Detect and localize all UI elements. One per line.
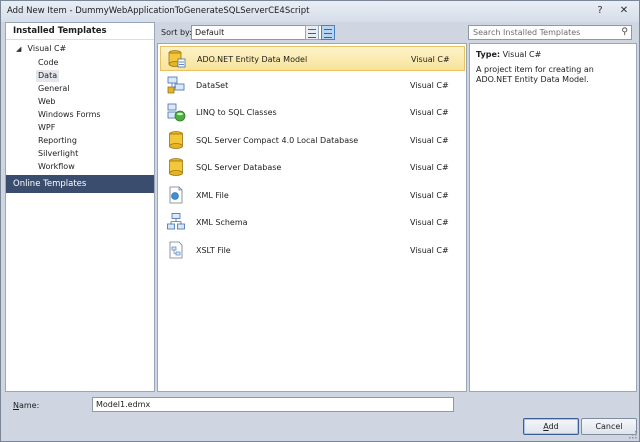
online-templates-header[interactable]: Online Templates [6,175,154,193]
xml-file-icon [169,186,183,204]
search-installed-templates-input[interactable]: Search Installed Templates ⚲ [468,25,632,40]
template-name: SQL Server Compact 4.0 Local Database [196,136,359,145]
tree-item-general[interactable]: General [38,83,70,95]
type-label: Type: [476,50,501,59]
template-language: Visual C# [410,163,449,172]
tree-item-code[interactable]: Code [38,57,58,69]
database-icon [169,131,183,149]
name-label-text: ame: [18,401,40,410]
add-button[interactable]: Add [523,418,579,435]
medium-icons-view-button[interactable] [305,25,319,40]
small-icons-view-button[interactable] [321,25,335,40]
tree-item-reporting[interactable]: Reporting [38,135,77,147]
search-icon[interactable]: ⚲ [621,26,628,39]
template-row-sql-server-database[interactable]: SQL Server Database Visual C# [160,155,465,180]
template-name: ADO.NET Entity Data Model [197,55,308,64]
name-field[interactable]: Model1.edmx [92,397,454,412]
template-row-sql-compact-database[interactable]: SQL Server Compact 4.0 Local Database Vi… [160,128,465,153]
installed-templates-header[interactable]: Installed Templates [6,23,154,40]
template-name: XML Schema [196,218,248,227]
template-language: Visual C# [410,108,449,117]
template-language: Visual C# [411,55,450,64]
tree-node-visual-csharp[interactable]: ◢ Visual C# [16,44,66,53]
template-language: Visual C# [410,218,449,227]
tree-item-windows-forms[interactable]: Windows Forms [38,109,101,121]
template-row-xml-schema[interactable]: XML Schema Visual C# [160,210,465,235]
template-name: LINQ to SQL Classes [196,108,277,117]
template-language: Visual C# [410,136,449,145]
help-button[interactable]: ? [589,3,611,18]
template-row-xml-file[interactable]: XML File Visual C# [160,183,465,208]
entity-model-icon [168,50,186,68]
templates-list: ADO.NET Entity Data Model Visual C# Data… [157,43,467,392]
dataset-icon [167,76,185,94]
xslt-file-icon [169,241,183,259]
title-bar: Add New Item - DummyWebApplicationToGene… [1,1,639,22]
template-name: DataSet [196,81,229,90]
tree-node-label: Visual C# [27,44,67,53]
tree-item-silverlight[interactable]: Silverlight [38,148,78,160]
template-categories-panel: Installed Templates ◢ Visual C# Code Dat… [5,22,155,392]
template-description: A project item for creating an ADO.NET E… [476,65,594,84]
resize-grip-icon[interactable] [629,431,637,439]
close-button[interactable]: ✕ [613,3,635,18]
sort-by-label: Sort by: [161,28,192,37]
database-icon [169,158,183,176]
template-name: XSLT File [196,246,231,255]
template-name: SQL Server Database [196,163,282,172]
tree-item-web[interactable]: Web [38,96,55,108]
add-new-item-dialog: Add New Item - DummyWebApplicationToGene… [0,0,640,442]
template-details-pane: Type: Visual C# A project item for creat… [469,43,637,392]
linq-icon [167,103,186,122]
xml-schema-icon [167,213,185,230]
dialog-footer: Name: Model1.edmx Add Cancel [1,394,639,441]
templates-toolbar: Sort by: Default ▼ Search Installed Temp… [157,22,637,42]
template-name: XML File [196,191,229,200]
search-placeholder: Search Installed Templates [473,28,581,37]
template-row-dataset[interactable]: DataSet Visual C# [160,73,465,98]
expander-icon[interactable]: ◢ [16,45,25,53]
template-language: Visual C# [410,246,449,255]
add-button-text: dd [548,422,559,431]
template-row-xslt-file[interactable]: XSLT File Visual C# [160,238,465,263]
name-label: Name: [13,401,39,410]
template-row-entity-data-model[interactable]: ADO.NET Entity Data Model Visual C# [160,46,465,71]
template-language: Visual C# [410,81,449,90]
template-type-row: Type: Visual C# [476,50,541,59]
template-language: Visual C# [410,191,449,200]
tree-item-workflow[interactable]: Workflow [38,161,75,173]
window-title: Add New Item - DummyWebApplicationToGene… [7,6,310,16]
template-row-linq-to-sql[interactable]: LINQ to SQL Classes Visual C# [160,100,465,125]
tree-item-data[interactable]: Data [36,70,60,82]
tree-item-wpf[interactable]: WPF [38,122,55,134]
type-value: Visual C# [502,50,542,59]
sort-by-value: Default [195,28,225,37]
